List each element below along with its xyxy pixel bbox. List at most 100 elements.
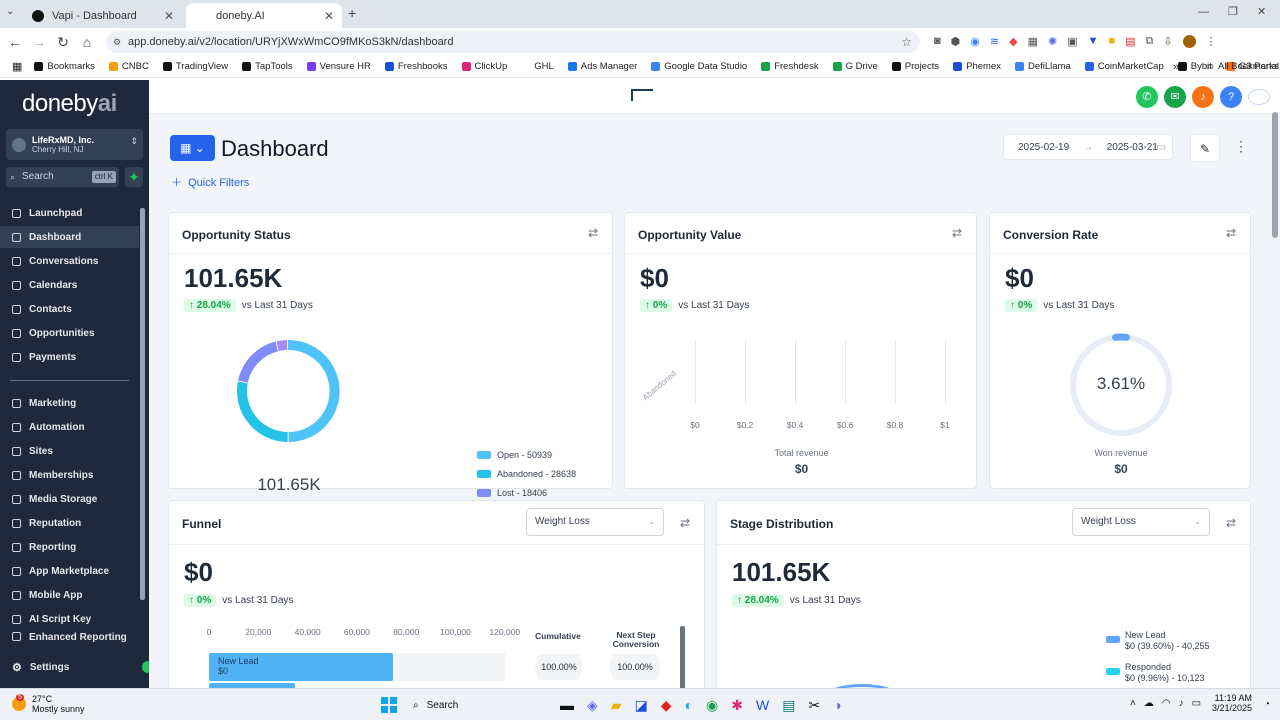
donut-slice[interactable] — [287, 339, 340, 442]
close-tab-icon[interactable]: ✕ — [164, 9, 174, 23]
donut-slice[interactable] — [237, 381, 288, 442]
bookmark-item[interactable]: CNBC — [108, 61, 149, 72]
chevron-up-icon[interactable]: ˄ — [1130, 698, 1136, 709]
help-icon[interactable]: ? — [1220, 86, 1242, 108]
slack-icon[interactable]: ✱ — [731, 697, 743, 714]
sidebar-scrollbar[interactable] — [140, 208, 145, 600]
extension-icon[interactable]: ▦ — [1028, 35, 1038, 48]
battery-icon[interactable]: ▭ — [1192, 698, 1201, 709]
extension-icon[interactable]: ◙ — [934, 35, 941, 48]
bookmark-item[interactable]: Vensure HR — [306, 61, 371, 72]
restore-icon[interactable]: ❐ — [1228, 5, 1238, 18]
all-bookmarks-folder[interactable]: ▭ All Bookmarks — [1205, 61, 1279, 72]
downloads-icon[interactable]: ⇩ — [1163, 35, 1172, 48]
back-icon[interactable]: ← — [3, 34, 27, 50]
close-tab-icon[interactable]: ✕ — [324, 9, 334, 23]
sidebar-item-media-storage[interactable]: Media Storage — [0, 488, 139, 510]
sidebar-item-automation[interactable]: Automation — [0, 416, 139, 438]
notifications-bell-icon[interactable]: ♪ — [1192, 86, 1214, 108]
bookmark-item[interactable]: DefiLlama — [1014, 61, 1071, 72]
donut-slice[interactable] — [276, 340, 288, 352]
sidebar-item-opportunities[interactable]: Opportunities — [0, 322, 139, 344]
clock[interactable]: 11:19 AM 3/21/2025 — [1212, 693, 1252, 713]
sidebar-item-payments[interactable]: Payments — [0, 346, 139, 368]
outlook-icon[interactable]: ◪ — [635, 697, 648, 714]
extension-icon[interactable]: ⬢ — [951, 35, 961, 48]
url-bar[interactable]: ⚙ app.doneby.ai/v2/location/URYjXWxWmCO9… — [106, 31, 920, 53]
home-icon[interactable]: ⌂ — [75, 34, 99, 50]
sidebar-item-contacts[interactable]: Contacts — [0, 298, 139, 320]
phone-icon[interactable]: ✆ — [1136, 86, 1158, 108]
bookmark-item[interactable]: CoinMarketCap — [1084, 61, 1164, 72]
onedrive-icon[interactable]: ☁ — [1144, 698, 1154, 709]
filter-icon[interactable]: ⇄ — [952, 226, 962, 240]
extension-icon[interactable]: ▤ — [1125, 35, 1135, 48]
notification-center-icon[interactable]: ◔ — [1264, 699, 1270, 710]
bookmark-item[interactable]: Phemex — [953, 61, 1001, 72]
forward-icon[interactable]: → — [27, 34, 51, 50]
reload-icon[interactable]: ↻ — [51, 34, 75, 51]
sidebar-item-reputation[interactable]: Reputation — [0, 512, 139, 534]
bookmark-star-icon[interactable]: ☆ — [901, 31, 912, 53]
weather-widget[interactable]: 5 27°C Mostly sunny — [12, 694, 85, 714]
extension-icon[interactable]: ≋ — [990, 35, 999, 48]
bookmark-item[interactable]: Freshbooks — [384, 61, 448, 72]
quick-filters-button[interactable]: ＋ Quick Filters — [171, 174, 249, 190]
sidebar-item-enhanced-reporting[interactable]: Enhanced Reporting — [0, 632, 139, 644]
task-view-icon[interactable]: ▬ — [560, 697, 574, 714]
account-switcher[interactable]: LifeRxMD, Inc. Cherry Hill, NJ ⇕ — [6, 129, 143, 160]
sidebar-search-input[interactable]: ⌕ Search ctrl K — [6, 167, 119, 187]
new-tab-button[interactable]: + — [348, 5, 356, 21]
chrome-icon[interactable]: ◉ — [706, 697, 718, 714]
bookmark-item[interactable]: TapTools — [242, 61, 293, 72]
sidebar-item-mobile-app[interactable]: Mobile App — [0, 584, 139, 606]
profile-avatar[interactable] — [1182, 35, 1196, 48]
dashboard-switcher-button[interactable]: ▦ ⌄ — [170, 135, 215, 161]
extension-icon[interactable]: ■ — [1108, 35, 1115, 48]
sidebar-item-sites[interactable]: Sites — [0, 440, 139, 462]
bookmark-item[interactable]: GHL — [521, 61, 554, 72]
wifi-icon[interactable]: ◠ — [1162, 698, 1171, 709]
snipping-tool-icon[interactable]: ✂ — [808, 697, 820, 714]
tab-list-icon[interactable]: ⌄ — [6, 6, 14, 17]
sidebar-item-app-marketplace[interactable]: App Marketplace — [0, 560, 139, 582]
bookmark-item[interactable]: TradingView — [162, 61, 228, 72]
bookmark-item[interactable]: G Drive — [832, 61, 878, 72]
legend-item[interactable]: Abandoned - 28638 — [477, 469, 576, 479]
sidebar-item-ai-script-key[interactable]: AI Script Key — [0, 608, 139, 630]
more-bookmarks-icon[interactable]: » — [1173, 61, 1179, 73]
more-options-icon[interactable]: ⋮ — [1234, 138, 1248, 155]
user-avatar[interactable] — [1248, 89, 1270, 105]
word-icon[interactable]: W — [756, 697, 769, 714]
page-scrollbar[interactable] — [1272, 112, 1278, 238]
minimize-icon[interactable]: — — [1198, 6, 1209, 18]
bookmark-item[interactable]: Bookmarks — [34, 61, 95, 72]
browser-tab-doneby[interactable]: doneby.AI ✕ — [186, 3, 342, 28]
funnel-bar[interactable]: New Lead $0 — [209, 653, 393, 681]
bookmark-item[interactable]: Google Data Studio — [651, 61, 747, 72]
sidebar-item-marketing[interactable]: Marketing — [0, 392, 139, 414]
taskbar-search[interactable]: ⌕ Search — [405, 696, 555, 714]
close-window-icon[interactable]: ✕ — [1257, 5, 1266, 18]
pipeline-select[interactable]: Weight Loss ⌄ — [1072, 508, 1210, 536]
extension-icon[interactable]: ◆ — [1009, 35, 1017, 48]
sidebar-item-reporting[interactable]: Reporting — [0, 536, 139, 558]
extension-icon[interactable]: ✺ — [1048, 35, 1057, 48]
sidebar-item-settings[interactable]: ⚙ Settings — [0, 656, 149, 678]
filter-icon[interactable]: ⇄ — [1226, 226, 1236, 240]
sidebar-item-dashboard[interactable]: Dashboard — [0, 226, 139, 248]
edit-dashboard-button[interactable]: ✎ — [1190, 134, 1220, 162]
extension-icon[interactable]: ▼ — [1088, 35, 1099, 48]
site-info-icon[interactable]: ⚙ — [113, 31, 121, 53]
sidebar-item-conversations[interactable]: Conversations — [0, 250, 139, 272]
bookmark-item[interactable]: Projects — [891, 61, 939, 72]
copilot-icon[interactable]: ◈ — [587, 697, 598, 714]
legend-item[interactable]: Lost - 18406 — [477, 488, 547, 498]
bookmark-item[interactable]: Freshdesk — [761, 61, 819, 72]
date-range-picker[interactable]: 2025-02-19 → 2025-03-21 ▭ — [1003, 134, 1173, 160]
sidebar-item-launchpad[interactable]: Launchpad — [0, 202, 139, 224]
sidebar-item-memberships[interactable]: Memberships — [0, 464, 139, 486]
browser-menu-icon[interactable]: ⋮ — [1206, 35, 1217, 48]
filter-icon[interactable]: ⇄ — [680, 516, 690, 530]
apps-grid-icon[interactable]: ▦ — [12, 60, 22, 73]
